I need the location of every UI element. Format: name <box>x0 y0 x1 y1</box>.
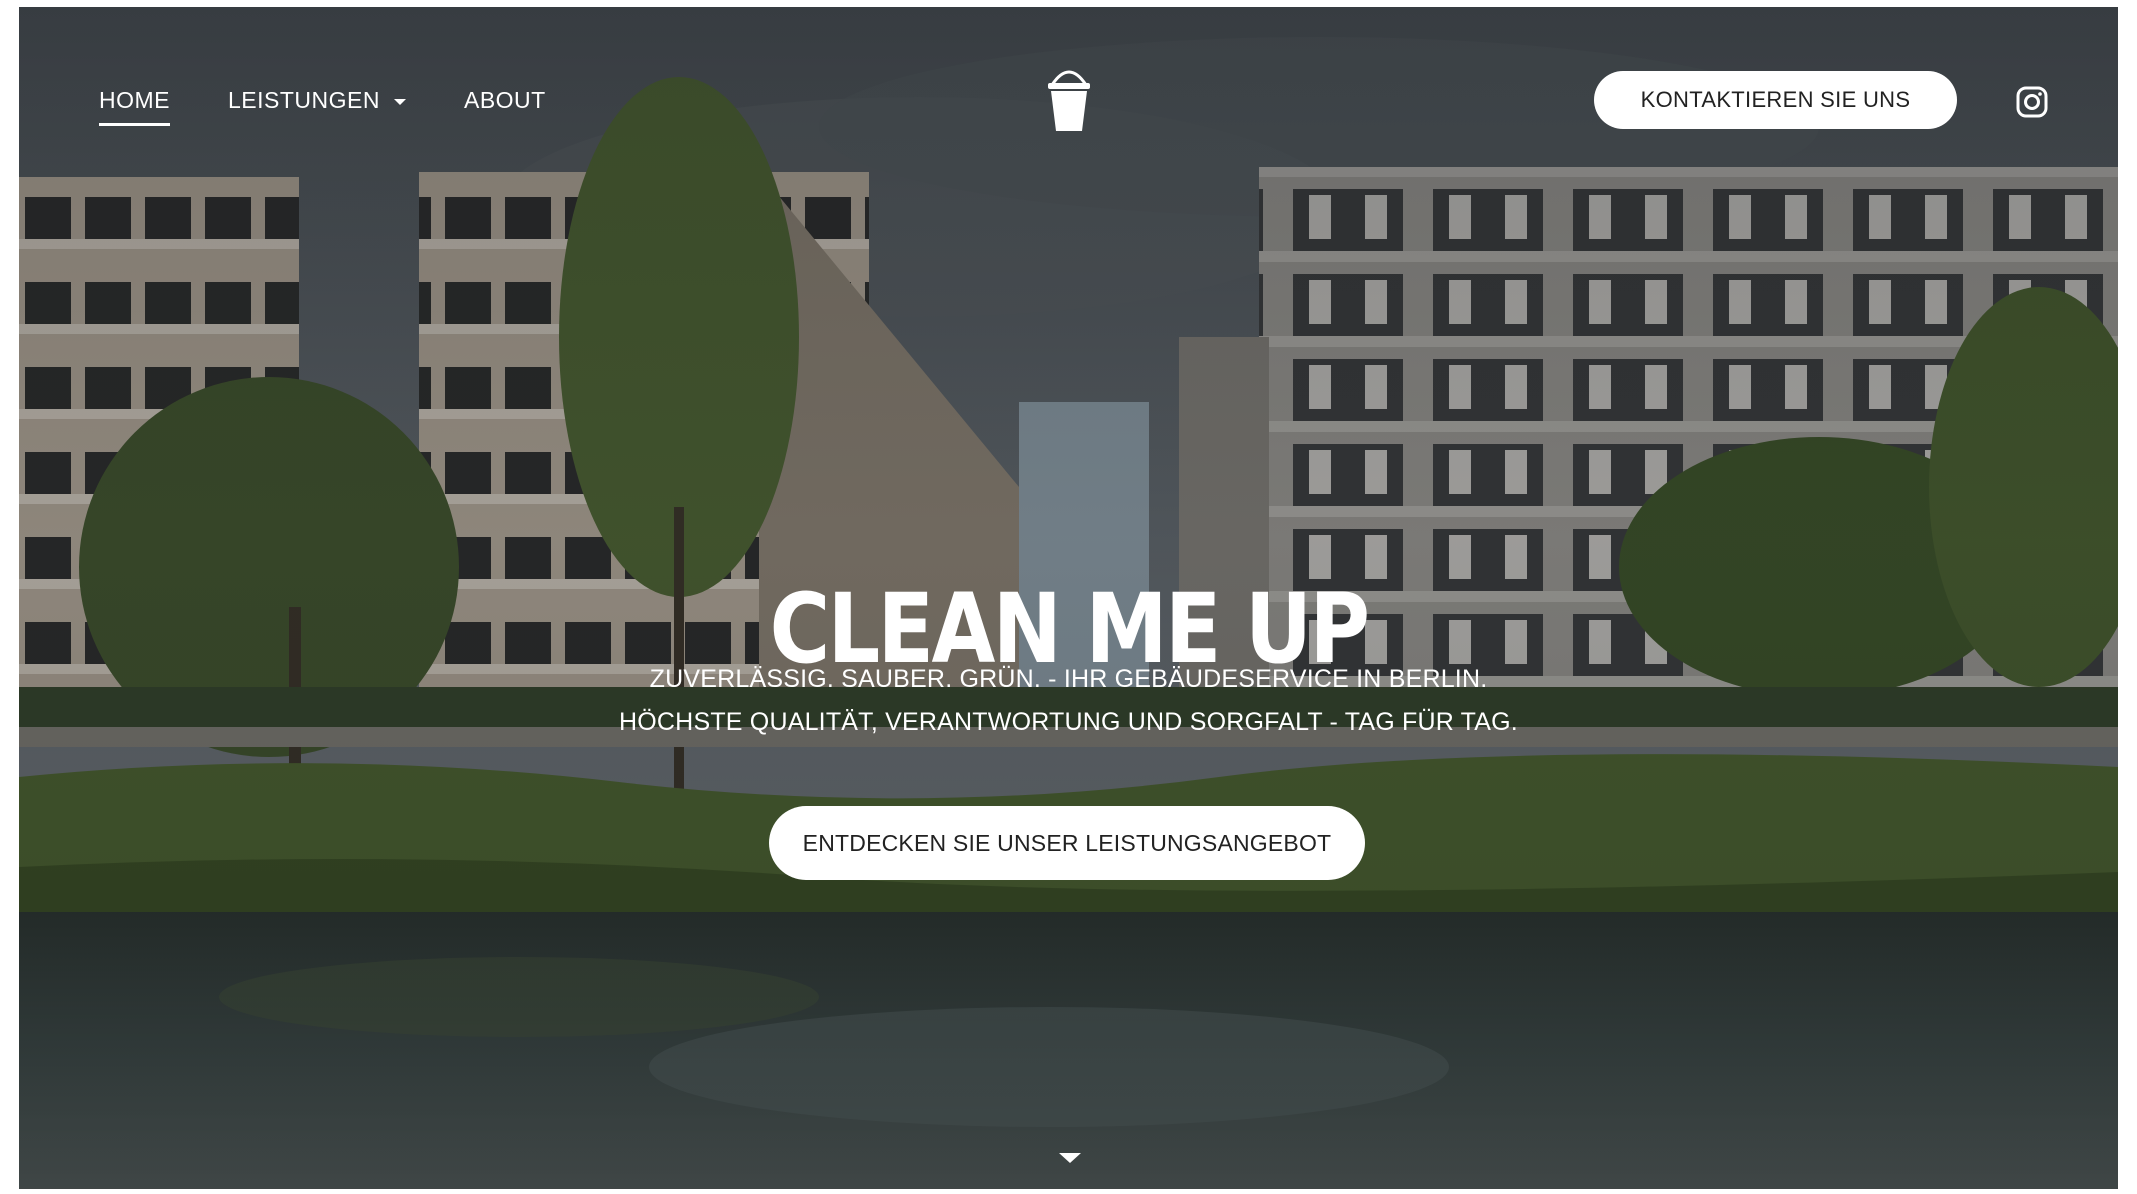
instagram-icon[interactable] <box>2016 86 2048 118</box>
contact-button[interactable]: KONTAKTIEREN SIE UNS <box>1594 71 1957 129</box>
discover-services-button[interactable]: ENTDECKEN SIE UNSER LEISTUNGSANGEBOT <box>769 806 1365 880</box>
hero-subtitle-line2: HÖCHSTE QUALITÄT, VERANTWORTUNG UND SORG… <box>619 708 1518 736</box>
nav-item-about[interactable]: ABOUT <box>464 87 546 114</box>
hero-title: CLEAN ME UP <box>769 573 1370 686</box>
hero-subtitle-line1: ZUVERLÄSSIG. SAUBER. GRÜN. - IHR GEBÄUDE… <box>649 665 1488 693</box>
nav-item-leistungen[interactable]: LEISTUNGEN <box>228 87 406 114</box>
nav-item-leistungen-label: LEISTUNGEN <box>228 87 380 113</box>
hero-section: HOME LEISTUNGEN ABOUT KONTAKTIEREN SIE U… <box>19 7 2118 1189</box>
chevron-down-icon <box>393 98 406 105</box>
nav-item-about-label: ABOUT <box>463 87 546 113</box>
main-nav: HOME LEISTUNGEN ABOUT <box>99 87 546 126</box>
nav-item-home[interactable]: HOME <box>99 87 170 126</box>
nav-item-home-label: HOME <box>99 87 170 113</box>
caret-down-icon[interactable] <box>1059 1153 1081 1163</box>
bucket-icon[interactable] <box>1044 63 1094 133</box>
